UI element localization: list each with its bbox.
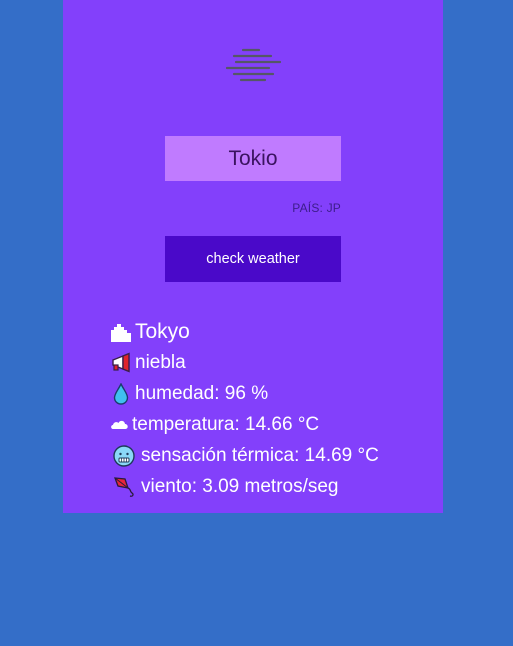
weather-info: Tokyo niebla humedad: 96 % temperatura: …: [110, 316, 379, 502]
cold-face-icon: [113, 444, 135, 467]
water-drop-icon: [110, 382, 132, 405]
humidity-text: humedad: 96 %: [135, 382, 269, 404]
humidity-row: humedad: 96 %: [110, 378, 379, 409]
feels-like-text: sensación térmica: 14.69 °C: [141, 444, 379, 466]
weather-description: niebla: [135, 351, 186, 373]
city-buildings-icon: [110, 321, 132, 343]
temperature-text: temperatura: 14.66 °C: [132, 413, 320, 435]
feels-like-row: sensación térmica: 14.69 °C: [110, 440, 379, 471]
description-row: niebla: [110, 347, 379, 378]
weather-card: PAÍS: JP check weather Tokyo niebla: [63, 0, 443, 513]
city-input[interactable]: [165, 136, 341, 181]
check-weather-button[interactable]: check weather: [165, 236, 341, 282]
city-name: Tokyo: [135, 319, 190, 343]
kite-icon: [113, 476, 135, 498]
fog-icon: [226, 48, 282, 82]
wind-row: viento: 3.09 metros/seg: [110, 471, 379, 502]
cloud-icon: [110, 414, 130, 436]
city-row: Tokyo: [110, 316, 379, 347]
wind-text: viento: 3.09 metros/seg: [141, 475, 339, 497]
temperature-row: temperatura: 14.66 °C: [110, 409, 379, 440]
megaphone-icon: [110, 351, 132, 374]
country-label: PAÍS: JP: [292, 201, 341, 215]
